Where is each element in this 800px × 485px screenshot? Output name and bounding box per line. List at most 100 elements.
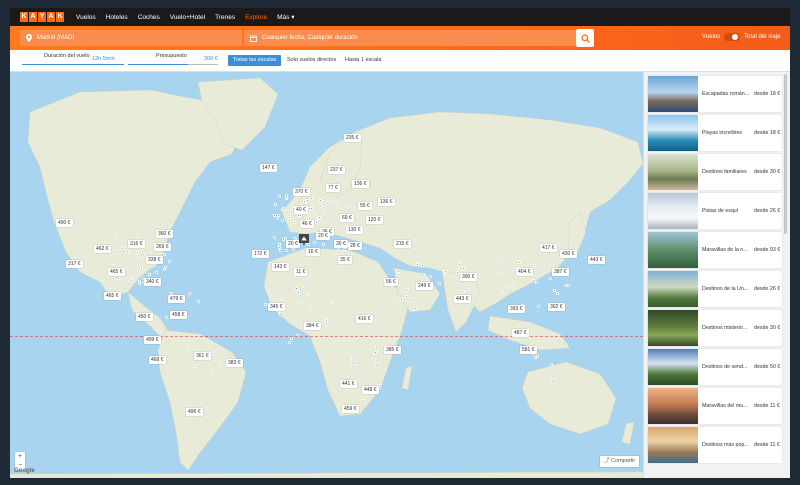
price-tag[interactable]: 269 € — [154, 243, 171, 251]
destination-dot[interactable] — [153, 263, 157, 267]
destination-card[interactable]: Maravillas del mu... desde 11 € — [648, 388, 782, 424]
nav-hotels[interactable]: Hoteles — [106, 14, 128, 21]
destination-dot[interactable] — [149, 251, 153, 255]
destination-dot[interactable] — [361, 398, 365, 402]
price-tag[interactable]: 120 € — [366, 216, 383, 224]
price-tag[interactable]: 345 € — [268, 303, 285, 311]
price-tag[interactable]: 496 € — [186, 408, 203, 416]
destination-dot[interactable] — [162, 268, 166, 272]
destination-dot[interactable] — [307, 207, 311, 211]
destination-dot[interactable] — [312, 240, 316, 244]
price-tag[interactable]: 302 € — [548, 303, 565, 311]
price-tag[interactable]: 462 € — [94, 245, 111, 253]
price-tag[interactable]: 443 € — [588, 256, 605, 264]
price-tag[interactable]: 468 € — [149, 356, 166, 364]
destination-dot[interactable] — [272, 214, 276, 218]
price-tag[interactable]: 237 € — [328, 166, 345, 174]
nav-cars[interactable]: Coches — [138, 14, 160, 21]
destination-dot[interactable] — [210, 352, 214, 356]
destination-dot[interactable] — [325, 318, 329, 322]
destination-dot[interactable] — [373, 350, 377, 354]
destination-dot[interactable] — [313, 212, 317, 216]
destination-dot[interactable] — [111, 262, 115, 266]
destination-card[interactable]: Destinos de la Un... desde 26 € — [648, 271, 782, 307]
destination-dot[interactable] — [396, 270, 400, 274]
destination-dot[interactable] — [278, 245, 282, 249]
destination-card[interactable]: Maravillas de la n... desde 93 € — [648, 232, 782, 268]
destination-dot[interactable] — [323, 209, 327, 213]
zoom-in-button[interactable]: + — [15, 452, 25, 461]
destination-dot[interactable] — [163, 252, 167, 256]
destination-dot[interactable] — [282, 206, 286, 210]
price-tag[interactable]: 383 € — [226, 359, 243, 367]
price-tag[interactable]: 416 € — [356, 315, 373, 323]
price-tag[interactable]: 393 € — [508, 305, 525, 313]
destination-dot[interactable] — [273, 202, 277, 206]
destination-dot[interactable] — [437, 281, 441, 285]
destination-dot[interactable] — [130, 278, 134, 282]
destination-dot[interactable] — [138, 281, 141, 285]
price-tag[interactable]: 450 € — [136, 313, 153, 321]
price-tag[interactable]: 417 € — [540, 244, 557, 252]
destination-dot[interactable] — [217, 361, 221, 365]
destination-dot[interactable] — [296, 214, 300, 218]
price-tag[interactable]: 387 € — [552, 268, 569, 276]
price-tag[interactable]: 448 € — [362, 386, 379, 394]
destination-dot[interactable] — [404, 294, 408, 298]
price-tag[interactable]: 384 € — [304, 322, 321, 330]
destination-dot[interactable] — [428, 274, 432, 278]
destination-dot[interactable] — [185, 345, 189, 349]
stops-all-button[interactable]: Todas las escalas — [228, 55, 282, 66]
destination-dot[interactable] — [323, 202, 327, 206]
destination-card[interactable]: Destinos de send... desde 50 € — [648, 349, 782, 385]
price-tag[interactable]: 69 € — [340, 214, 354, 222]
kayak-logo[interactable]: K A Y A K — [20, 12, 64, 22]
destination-dot[interactable] — [299, 287, 303, 291]
destination-card[interactable]: Escapadas román... desde 18 € — [648, 76, 782, 112]
budget-slider[interactable] — [128, 64, 188, 65]
destination-dot[interactable] — [340, 208, 344, 212]
price-tag[interactable]: 458 € — [170, 311, 187, 319]
destination-dot[interactable] — [421, 263, 425, 267]
destination-dot[interactable] — [496, 259, 500, 263]
share-button[interactable]: ⤴ Compartir — [600, 456, 640, 467]
price-tag[interactable]: 338 € — [146, 256, 163, 264]
price-tag[interactable]: 136 € — [352, 180, 369, 188]
price-tag[interactable]: 46 € — [300, 220, 314, 228]
price-mode-toggle[interactable] — [724, 33, 741, 41]
destination-dot[interactable] — [532, 278, 536, 282]
price-tag[interactable]: 390 € — [460, 273, 477, 281]
destination-dot[interactable] — [500, 289, 504, 293]
destination-dot[interactable] — [354, 361, 358, 365]
price-tag[interactable]: 360 € — [156, 230, 173, 238]
destination-dot[interactable] — [139, 267, 143, 271]
destination-dot[interactable] — [308, 305, 312, 309]
price-tag[interactable]: 136 € — [378, 198, 395, 206]
price-tag[interactable]: 16 € — [306, 248, 320, 256]
price-tag[interactable]: 404 € — [516, 268, 533, 276]
price-tag[interactable]: 317 € — [66, 260, 83, 268]
price-tag[interactable]: 20 € — [286, 240, 300, 248]
destination-dot[interactable] — [309, 196, 313, 200]
destination-dot[interactable] — [556, 291, 560, 295]
origin-field[interactable]: Madrid (MAD) — [20, 30, 242, 46]
destination-dot[interactable] — [187, 292, 191, 296]
destination-card[interactable]: Playas increíbles desde 18 € — [648, 115, 782, 151]
price-tag[interactable]: 370 € — [293, 188, 310, 196]
destination-dot[interactable] — [284, 194, 288, 198]
nav-explore[interactable]: Explore — [245, 14, 267, 21]
price-tag[interactable]: 465 € — [104, 292, 121, 300]
destination-dot[interactable] — [374, 345, 378, 349]
price-tag[interactable]: 147 € — [260, 164, 277, 172]
destination-dot[interactable] — [279, 296, 283, 300]
nav-trains[interactable]: Trenes — [215, 14, 235, 21]
dates-field[interactable]: Cualquier fecha, Cualquier duración — [244, 30, 576, 46]
price-tag[interactable]: 215 € — [394, 240, 411, 248]
price-tag[interactable]: 35 € — [338, 256, 352, 264]
destination-dot[interactable] — [350, 356, 354, 360]
search-button[interactable] — [576, 29, 594, 47]
destination-dot[interactable] — [394, 299, 398, 303]
destination-dot[interactable] — [517, 260, 521, 264]
destination-dot[interactable] — [289, 210, 293, 214]
destination-dot[interactable] — [534, 281, 538, 285]
